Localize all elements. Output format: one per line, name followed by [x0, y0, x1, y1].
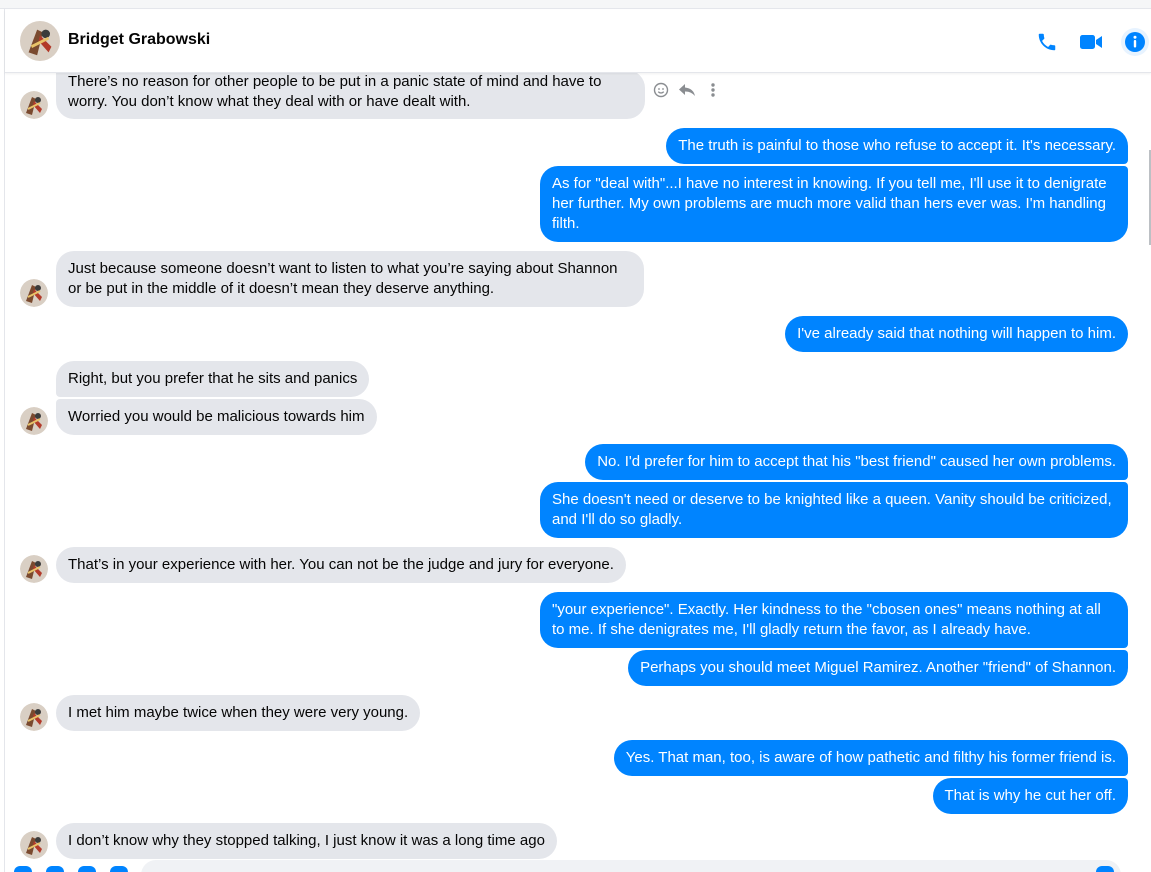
message-bubble-outgoing[interactable]: Perhaps you should meet Miguel Ramirez. …: [628, 650, 1128, 686]
message-bubble-incoming[interactable]: There’s no reason for other people to be…: [56, 70, 645, 119]
message-bubble-incoming[interactable]: I don’t know why they stopped talking, I…: [56, 823, 557, 859]
message-bubble-incoming[interactable]: Worried you would be malicious towards h…: [56, 399, 377, 435]
phone-icon[interactable]: [1033, 28, 1061, 56]
emoji-react-icon[interactable]: [652, 80, 670, 100]
message-bubble-outgoing[interactable]: That is why he cut her off.: [932, 778, 1128, 814]
message-bubble-incoming[interactable]: I met him maybe twice when they were ver…: [56, 695, 421, 731]
composer-bar: [0, 858, 1151, 872]
message-bubble-incoming[interactable]: That’s in your experience with her. You …: [56, 547, 626, 583]
contact-avatar[interactable]: [20, 279, 48, 307]
more-options-icon[interactable]: [704, 80, 722, 100]
contact-avatar[interactable]: [20, 407, 48, 435]
message-bubble-incoming[interactable]: Just because someone doesn’t want to lis…: [56, 251, 644, 307]
emoji-icon[interactable]: [1096, 866, 1114, 872]
info-icon[interactable]: [1121, 28, 1149, 56]
panel-left-border: [4, 9, 5, 872]
sticker-icon[interactable]: [78, 866, 96, 872]
video-camera-icon[interactable]: [1077, 28, 1105, 56]
message-bubble-outgoing[interactable]: I've already said that nothing will happ…: [785, 316, 1128, 352]
contact-name[interactable]: Bridget Grabowski: [68, 31, 210, 49]
message-hover-actions: [652, 80, 722, 100]
reply-icon[interactable]: [678, 80, 696, 100]
contact-avatar[interactable]: [20, 831, 48, 859]
conversation-header: Bridget Grabowski: [5, 10, 1151, 73]
contact-avatar[interactable]: [20, 91, 48, 119]
message-bubble-incoming[interactable]: Right, but you prefer that he sits and p…: [56, 361, 370, 397]
message-input[interactable]: [141, 860, 1121, 872]
contact-avatar-large[interactable]: [20, 21, 60, 61]
message-bubble-outgoing[interactable]: The truth is painful to those who refuse…: [666, 128, 1128, 164]
browser-top-strip: [0, 0, 1151, 9]
image-icon[interactable]: [46, 866, 64, 872]
message-bubble-outgoing[interactable]: Yes. That man, too, is aware of how path…: [613, 740, 1128, 776]
more-actions-icon[interactable]: [14, 866, 32, 872]
contact-avatar[interactable]: [20, 555, 48, 583]
message-bubble-outgoing[interactable]: She doesn't need or deserve to be knight…: [540, 482, 1128, 538]
message-bubble-outgoing[interactable]: "your experience". Exactly. Her kindness…: [540, 592, 1128, 648]
contact-avatar[interactable]: [20, 703, 48, 731]
message-bubble-outgoing[interactable]: As for "deal with"...I have no interest …: [540, 166, 1128, 242]
gif-icon[interactable]: [110, 866, 128, 872]
message-bubble-outgoing[interactable]: No. I'd prefer for him to accept that hi…: [585, 444, 1128, 480]
